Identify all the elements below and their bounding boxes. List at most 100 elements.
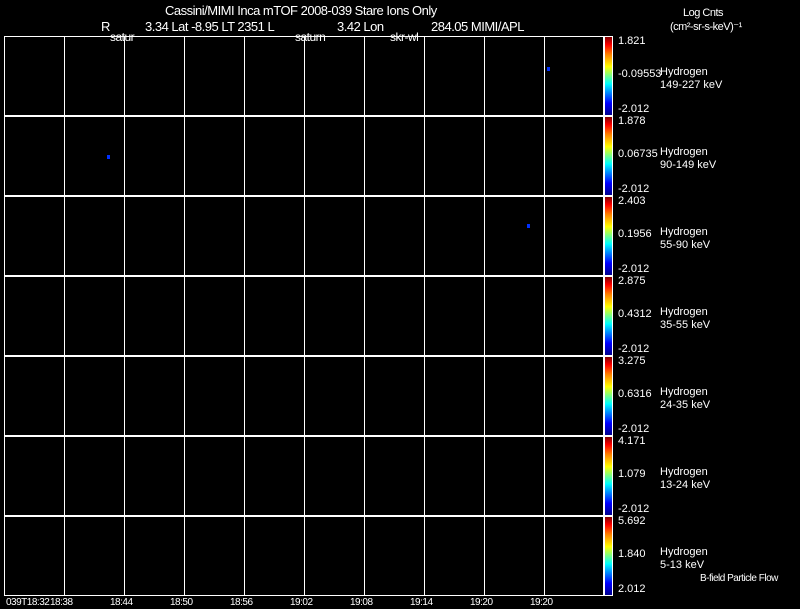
panel-label: Hydrogen 24-35 keV: [660, 386, 710, 412]
gridline: [544, 117, 545, 195]
gridline: [484, 357, 485, 435]
gridline: [124, 437, 125, 515]
panel-label: Hydrogen 13-24 keV: [660, 466, 710, 492]
data-point: [527, 224, 530, 228]
gridline: [124, 197, 125, 275]
gridline: [544, 357, 545, 435]
gridline: [544, 37, 545, 115]
panel-24-35keV: [4, 356, 604, 436]
gridline: [244, 117, 245, 195]
colorbar-cmid: 1.079: [618, 468, 646, 480]
gridline: [364, 37, 365, 115]
x-tick-label: 19:08: [350, 597, 373, 608]
colorbar-cmin: -2.012: [618, 263, 650, 275]
species-label: Hydrogen: [660, 546, 708, 558]
colorbar-cmid: 0.1956: [618, 228, 652, 240]
species-label: Hydrogen: [660, 146, 708, 158]
overlay-label: skr-wl: [390, 30, 419, 44]
colorbar-cmax: 1.821: [618, 35, 646, 47]
panel-label: Hydrogen 149-227 keV: [660, 66, 722, 92]
gridline: [124, 37, 125, 115]
x-tick-label: 18:38: [50, 597, 73, 608]
panel-35-55keV: [4, 276, 604, 356]
species-label: Hydrogen: [660, 66, 708, 78]
x-tick-label: 19:20: [530, 597, 553, 608]
colorbar-cmin: -2.012: [618, 343, 650, 355]
species-label: Hydrogen: [660, 466, 708, 478]
gridline: [184, 357, 185, 435]
l-readout: 3.42 Lon: [337, 19, 384, 34]
lon-readout: 284.05 MIMI/APL: [431, 19, 524, 34]
colorbar: [604, 516, 613, 596]
gridline: [424, 197, 425, 275]
gridline: [424, 437, 425, 515]
colorbar-cmax: 2.403: [618, 195, 646, 207]
colorbar: [604, 196, 613, 276]
x-tick-label: 19:20: [470, 597, 493, 608]
colorbar-cmax: 5.692: [618, 515, 646, 527]
gridline: [124, 277, 125, 355]
gridline: [364, 277, 365, 355]
gridline: [244, 197, 245, 275]
gridline: [424, 277, 425, 355]
colorbar: [604, 436, 613, 516]
gridline: [484, 197, 485, 275]
gridline: [364, 197, 365, 275]
gridline: [304, 437, 305, 515]
colorbar-cmin: -2.012: [618, 103, 650, 115]
gridline: [484, 517, 485, 595]
gridline: [484, 117, 485, 195]
r-label: R: [101, 19, 110, 34]
energy-label: 149-227 keV: [660, 79, 723, 91]
gridline: [244, 277, 245, 355]
colorbar-cmin: -2.012: [618, 423, 650, 435]
position-readout: 3.34 Lat -8.95 LT 2351 L: [145, 19, 275, 34]
energy-label: 24-35 keV: [660, 399, 711, 411]
gridline: [124, 517, 125, 595]
gridline: [304, 197, 305, 275]
colorbar-cmin: 2.012: [618, 583, 646, 595]
gridline: [184, 437, 185, 515]
gridline: [244, 437, 245, 515]
overlay-label: satur: [110, 30, 135, 44]
gridline: [304, 37, 305, 115]
x-tick-label: 19:14: [410, 597, 433, 608]
gridline: [304, 357, 305, 435]
gridline: [544, 437, 545, 515]
panel-149-227keV: [4, 36, 604, 116]
species-label: Hydrogen: [660, 306, 708, 318]
gridline: [64, 437, 65, 515]
x-tick-label: 18:44: [110, 597, 133, 608]
x-tick-label: 18:56: [230, 597, 253, 608]
gridline: [124, 357, 125, 435]
gridline: [64, 357, 65, 435]
data-point: [547, 67, 550, 71]
colorbar: [604, 276, 613, 356]
gridline: [364, 437, 365, 515]
colorbar-cmax: 2.875: [618, 275, 646, 287]
gridline: [484, 37, 485, 115]
gridline: [64, 197, 65, 275]
gridline: [364, 117, 365, 195]
energy-label: 13-24 keV: [660, 479, 711, 491]
gridline: [424, 517, 425, 595]
x-tick-label: 039T18:32: [6, 597, 50, 608]
colorbar-cmid: 0.6316: [618, 388, 652, 400]
gridline: [424, 37, 425, 115]
gridline: [184, 37, 185, 115]
colorbar-cmax: 1.878: [618, 115, 646, 127]
gridline: [304, 117, 305, 195]
gridline: [184, 197, 185, 275]
x-tick-label: 19:02: [290, 597, 313, 608]
gridline: [544, 277, 545, 355]
gridline: [124, 117, 125, 195]
gridline: [64, 117, 65, 195]
panel-label: Hydrogen 35-55 keV: [660, 306, 710, 332]
gridline: [184, 117, 185, 195]
energy-label: 90-149 keV: [660, 159, 717, 171]
footer-note: B-field Particle Flow: [700, 573, 778, 584]
panel-label: Hydrogen 90-149 keV: [660, 146, 716, 172]
gridline: [364, 357, 365, 435]
colorbar-cmid: 0.4312: [618, 308, 652, 320]
colorbar-cmin: -2.012: [618, 503, 650, 515]
